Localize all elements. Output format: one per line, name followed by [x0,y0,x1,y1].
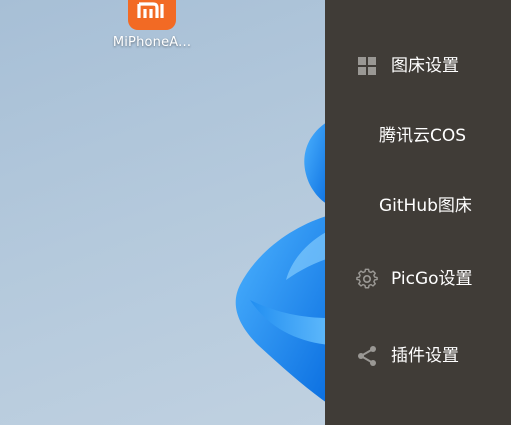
context-menu: 图床设置 腾讯云COS GitHub图床 PicGo设置 插件设置 [325,0,511,425]
menu-item-label: GitHub图床 [379,196,472,216]
menu-item-plugin-settings[interactable]: 插件设置 [325,334,511,378]
grid-icon [356,55,378,77]
mi-app-icon [128,0,176,30]
menu-item-label: 图床设置 [391,56,459,76]
gear-icon [356,268,378,290]
menu-item-picgo-settings[interactable]: PicGo设置 [325,257,511,301]
menu-item-label: 插件设置 [391,346,459,366]
menu-item-github-picbed[interactable]: GitHub图床 [325,184,511,228]
desktop-shortcut[interactable]: MiPhoneA... [100,0,204,60]
screen: MiPhoneA... 图床设置 腾讯云COS GitHub图床 PicGo设置… [0,0,511,425]
menu-item-picbed-settings[interactable]: 图床设置 [325,44,511,88]
menu-item-label: PicGo设置 [391,269,473,289]
shortcut-label: MiPhoneA... [112,35,192,50]
menu-item-label: 腾讯云COS [379,126,467,146]
share-icon [356,345,378,367]
menu-item-tencent-cos[interactable]: 腾讯云COS [325,114,511,158]
